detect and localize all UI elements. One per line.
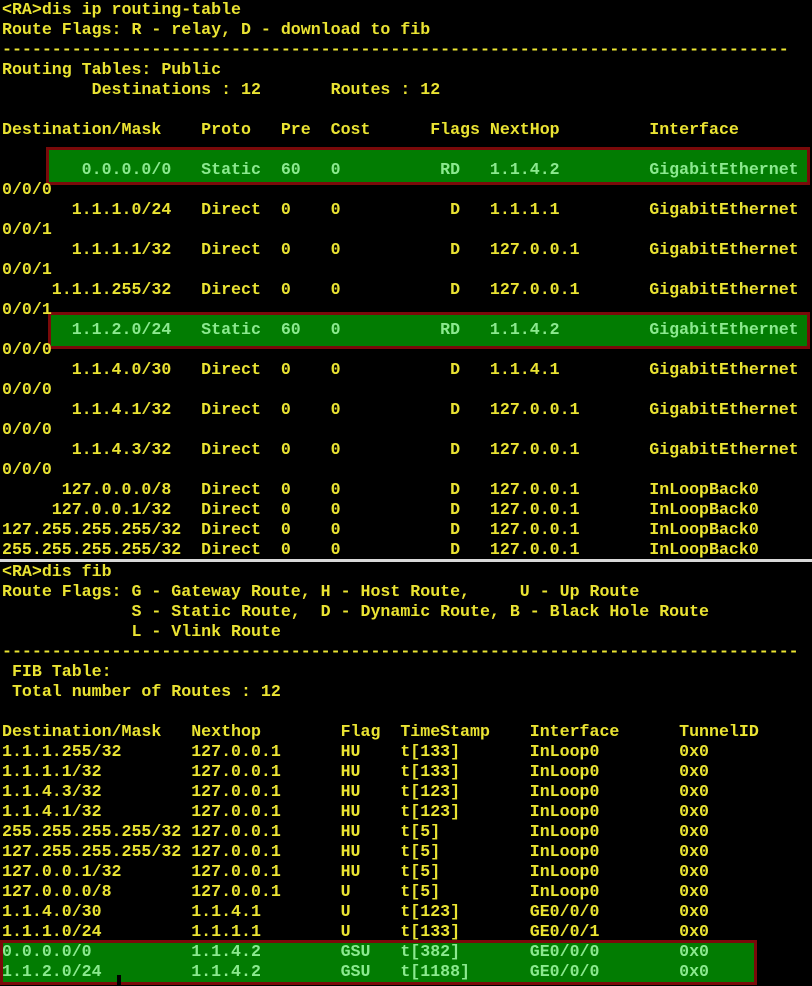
terminal-line: Destination/Mask Nexthop Flag TimeStamp … [2,722,812,742]
terminal-line: <RA>dis ip routing-table [2,0,812,20]
terminal-cursor [117,975,121,986]
terminal-line: 0/0/1 [2,300,812,320]
terminal-line: 255.255.255.255/32 Direct 0 0 D 127.0.0.… [2,540,812,560]
terminal-line: Routing Tables: Public [2,60,812,80]
terminal-line: 0.0.0.0/0 Static 60 0 RD 1.1.4.2 Gigabit… [2,160,812,180]
terminal-line: Destination/Mask Proto Pre Cost Flags Ne… [2,120,812,140]
terminal-line [2,702,812,722]
terminal-line: 1.1.1.0/24 Direct 0 0 D 1.1.1.1 GigabitE… [2,200,812,220]
terminal-line: L - Vlink Route [2,622,812,642]
terminal-line: 1.1.1.255/32 127.0.0.1 HU t[133] InLoop0… [2,742,812,762]
terminal-line: 127.0.0.0/8 127.0.0.1 U t[5] InLoop0 0x0 [2,882,812,902]
terminal-line: Route Flags: R - relay, D - download to … [2,20,812,40]
terminal-line: 0/0/0 [2,340,812,360]
terminal-line: 255.255.255.255/32 127.0.0.1 HU t[5] InL… [2,822,812,842]
terminal-line: 1.1.2.0/24 1.1.4.2 GSU t[1188] GE0/0/0 0… [2,962,812,982]
terminal-line: Route Flags: G - Gateway Route, H - Host… [2,582,812,602]
terminal-line: 127.255.255.255/32 127.0.0.1 HU t[5] InL… [2,842,812,862]
terminal-line: 127.0.0.0/8 Direct 0 0 D 127.0.0.1 InLoo… [2,480,812,500]
terminal-line: 1.1.4.3/32 127.0.0.1 HU t[123] InLoop0 0… [2,782,812,802]
terminal-line: ----------------------------------------… [2,40,812,60]
terminal-line: 1.1.4.0/30 Direct 0 0 D 1.1.4.1 GigabitE… [2,360,812,380]
terminal-line: 1.1.1.1/32 Direct 0 0 D 127.0.0.1 Gigabi… [2,240,812,260]
terminal-line: 0/0/1 [2,220,812,240]
fib-output[interactable]: <RA>dis fibRoute Flags: G - Gateway Rout… [2,562,812,982]
terminal-line: Total number of Routes : 12 [2,682,812,702]
terminal-line: 127.255.255.255/32 Direct 0 0 D 127.0.0.… [2,520,812,540]
terminal-line: 1.1.1.1/32 127.0.0.1 HU t[133] InLoop0 0… [2,762,812,782]
terminal-line: 0/0/0 [2,380,812,400]
terminal-line: 127.0.0.1/32 Direct 0 0 D 127.0.0.1 InLo… [2,500,812,520]
terminal-line: ----------------------------------------… [2,642,812,662]
terminal-line: 1.1.4.1/32 Direct 0 0 D 127.0.0.1 Gigabi… [2,400,812,420]
terminal-line [2,100,812,120]
terminal-screenshot: <RA>dis ip routing-tableRoute Flags: R -… [0,0,812,986]
section-separator-line [0,559,812,562]
terminal-line: 0/0/0 [2,460,812,480]
terminal-line: Destinations : 12 Routes : 12 [2,80,812,100]
terminal-line [2,140,812,160]
terminal-line: 0/0/1 [2,260,812,280]
terminal-line: FIB Table: [2,662,812,682]
terminal-line: 1.1.4.0/30 1.1.4.1 U t[123] GE0/0/0 0x0 [2,902,812,922]
terminal-line: 0/0/0 [2,180,812,200]
routing-table-output[interactable]: <RA>dis ip routing-tableRoute Flags: R -… [2,0,812,560]
terminal-line: S - Static Route, D - Dynamic Route, B -… [2,602,812,622]
terminal-line: 0.0.0.0/0 1.1.4.2 GSU t[382] GE0/0/0 0x0 [2,942,812,962]
terminal-line: 1.1.1.255/32 Direct 0 0 D 127.0.0.1 Giga… [2,280,812,300]
terminal-line: 0/0/0 [2,420,812,440]
terminal-line: 1.1.4.3/32 Direct 0 0 D 127.0.0.1 Gigabi… [2,440,812,460]
terminal-line: 1.1.2.0/24 Static 60 0 RD 1.1.4.2 Gigabi… [2,320,812,340]
terminal-line: <RA>dis fib [2,562,812,582]
terminal-line: 1.1.4.1/32 127.0.0.1 HU t[123] InLoop0 0… [2,802,812,822]
terminal-line: 127.0.0.1/32 127.0.0.1 HU t[5] InLoop0 0… [2,862,812,882]
terminal-line: 1.1.1.0/24 1.1.1.1 U t[133] GE0/0/1 0x0 [2,922,812,942]
